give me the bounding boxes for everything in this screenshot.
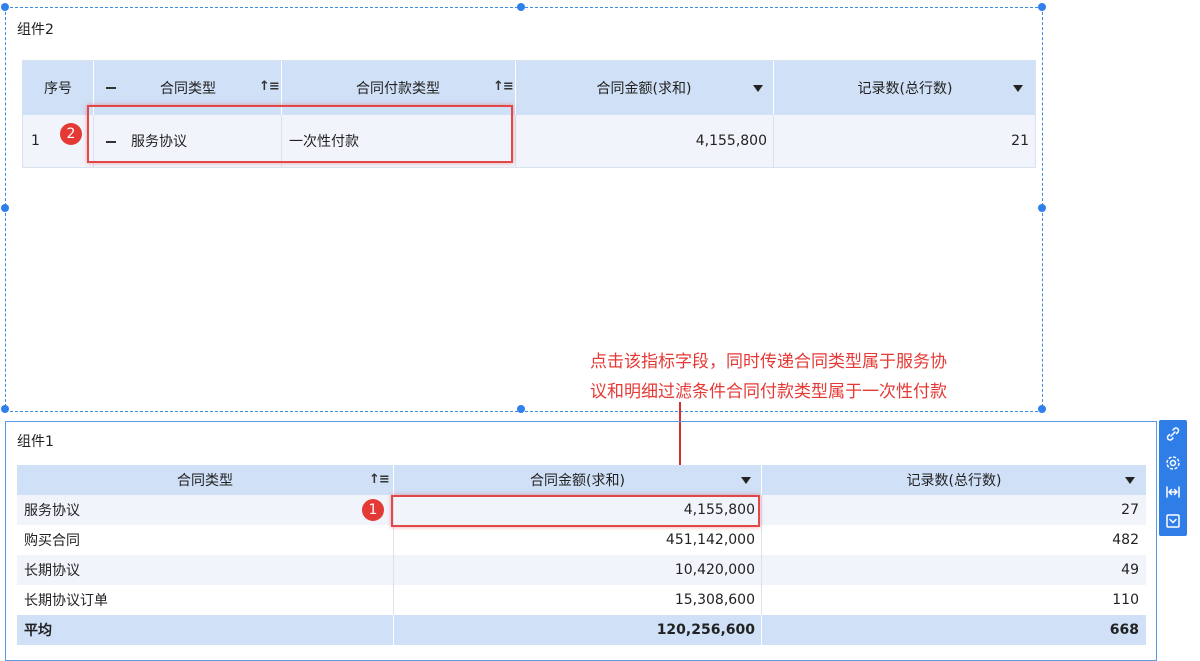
component-toolbar (1159, 420, 1187, 536)
dropdown-caret-icon[interactable] (1013, 85, 1023, 92)
table-row[interactable]: 长期协议 10,420,000 49 (17, 555, 1146, 586)
cell-contract-type[interactable]: 长期协议订单 (24, 585, 384, 615)
header-contract-type: 合同类型 (177, 473, 233, 489)
cell-count[interactable]: 21 (773, 115, 1029, 167)
summary-count: 668 (761, 615, 1139, 645)
annotation-line-2: 议和明细过滤条件合同付款类型属于一次性付款 (590, 382, 947, 402)
cell-amount[interactable]: 15,308,600 (393, 585, 755, 615)
cell-count[interactable]: 49 (761, 555, 1139, 585)
step-badge: 2 (60, 123, 82, 145)
resize-handle-tr[interactable] (1038, 3, 1046, 11)
table-header: 合同类型 ↑≡ 合同金额(求和) 记录数(总行数) (17, 465, 1146, 495)
resize-handle-left[interactable] (1, 204, 9, 212)
cell-amount[interactable]: 4,155,800 (515, 115, 767, 167)
cell-contract-type[interactable]: 购买合同 (24, 525, 384, 555)
summary-row: 平均 120,256,600 668 (17, 615, 1146, 645)
header-amount: 合同金额(求和) (596, 81, 692, 97)
cell-amount[interactable]: 10,420,000 (393, 555, 755, 585)
dropdown-caret-icon[interactable] (1125, 477, 1135, 484)
header-index: 序号 (44, 81, 72, 97)
sort-icon[interactable]: ↑≡ (493, 79, 514, 94)
resize-handle-bottom[interactable] (517, 405, 525, 413)
gear-icon[interactable] (1163, 453, 1183, 473)
header-count: 记录数(总行数) (857, 81, 953, 97)
cell-count[interactable]: 482 (761, 525, 1139, 555)
header-amount: 合同金额(求和) (393, 465, 761, 495)
highlight-box (87, 105, 513, 163)
summary-label: 平均 (24, 623, 52, 639)
table-row[interactable]: 购买合同 451,142,000 482 (17, 525, 1146, 556)
cell-count[interactable]: 27 (761, 495, 1139, 525)
sort-icon[interactable]: ↑≡ (369, 472, 390, 487)
component-title: 组件2 (17, 22, 54, 38)
resize-handle-right[interactable] (1038, 204, 1046, 212)
summary-amount: 120,256,600 (393, 615, 755, 645)
cell-contract-type[interactable]: 服务协议 (24, 495, 384, 525)
expand-width-icon[interactable] (1163, 482, 1183, 502)
resize-handle-bl[interactable] (1, 405, 9, 413)
cell-contract-type[interactable]: 长期协议 (24, 555, 384, 585)
collapse-minus-icon[interactable] (106, 87, 116, 89)
highlight-box (391, 495, 760, 527)
table-row[interactable]: 长期协议订单 15,308,600 110 (17, 585, 1146, 616)
cell-amount[interactable]: 451,142,000 (393, 525, 755, 555)
header-count: 记录数(总行数) (761, 465, 1146, 495)
resize-handle-br[interactable] (1038, 405, 1046, 413)
collapse-icon[interactable] (1163, 511, 1183, 531)
resize-handle-tl[interactable] (1, 3, 9, 11)
link-icon[interactable] (1163, 424, 1183, 444)
dropdown-caret-icon[interactable] (741, 477, 751, 484)
step-badge: 1 (362, 499, 384, 521)
component-title: 组件1 (17, 434, 54, 450)
cell-count[interactable]: 110 (761, 585, 1139, 615)
dropdown-caret-icon[interactable] (753, 85, 763, 92)
resize-handle-top[interactable] (517, 3, 525, 11)
sort-icon[interactable]: ↑≡ (259, 79, 280, 94)
annotation-line-1: 点击该指标字段，同时传递合同类型属于服务协 (590, 352, 947, 372)
